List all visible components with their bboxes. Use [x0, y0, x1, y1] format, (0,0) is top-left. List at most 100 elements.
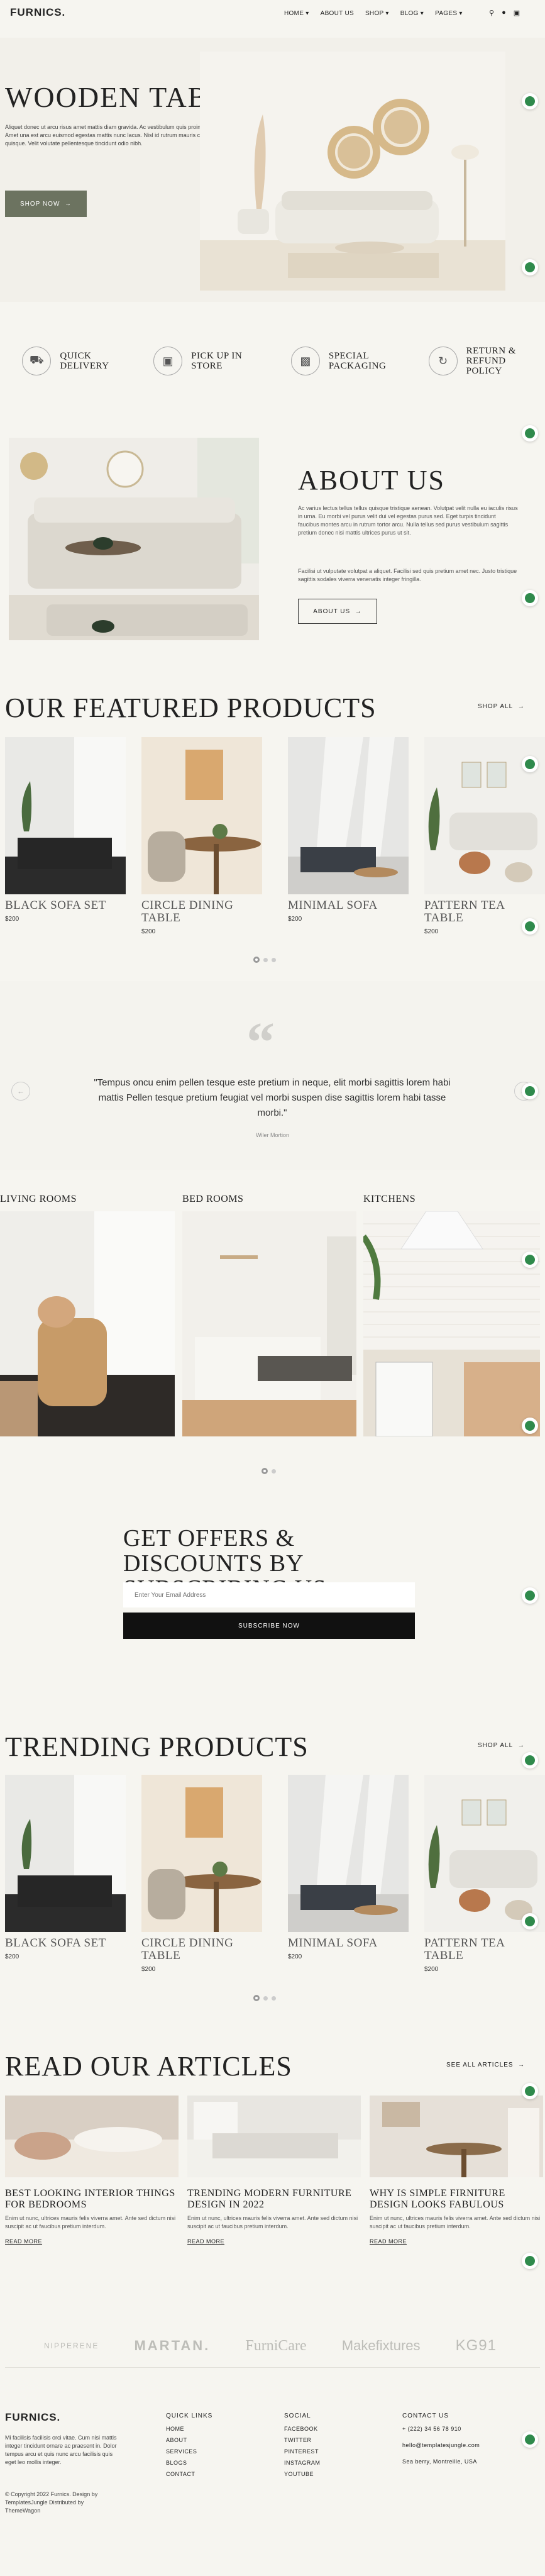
pagination-dot[interactable]	[263, 957, 268, 962]
room-image-bed[interactable]	[182, 1211, 356, 1436]
product-name[interactable]: BLACK SOFA SET	[5, 899, 126, 912]
room-image-kitchen[interactable]	[363, 1211, 540, 1436]
footer-about: Mi facilisis facilisis orci vitae. Cum n…	[5, 2434, 117, 2465]
logo[interactable]: FURNICS.	[10, 6, 65, 19]
product-card[interactable]: CIRCLE DINING TABLE $200	[141, 1775, 272, 1973]
prev-arrow-icon[interactable]: ←	[11, 1082, 30, 1101]
article-card[interactable]: BEST LOOKING INTERIOR THINGS FOR BEDROOM…	[5, 2096, 179, 2245]
whatsapp-icon[interactable]	[522, 425, 538, 441]
footer-link[interactable]: YOUTUBE	[284, 2471, 320, 2477]
footer-link[interactable]: INSTAGRAM	[284, 2460, 320, 2466]
product-image[interactable]	[424, 1775, 545, 1932]
search-icon[interactable]: ⚲	[489, 9, 494, 17]
footer-email[interactable]: hello@templatesjungle.com	[402, 2442, 480, 2448]
shop-now-button[interactable]: SHOP NOW →	[5, 191, 87, 217]
read-more-link[interactable]: READ MORE	[5, 2238, 179, 2245]
pagination-dot[interactable]	[253, 957, 260, 963]
whatsapp-icon[interactable]	[522, 2083, 538, 2099]
article-image[interactable]	[187, 2096, 361, 2177]
article-title[interactable]: WHY IS SIMPLE FIRNITURE DESIGN LOOKS FAB…	[370, 2188, 543, 2211]
article-image[interactable]	[370, 2096, 543, 2177]
product-name[interactable]: PATTERN TEA TABLE	[424, 1937, 545, 1962]
room-image-living[interactable]	[0, 1211, 175, 1436]
read-more-link[interactable]: READ MORE	[370, 2238, 543, 2245]
pagination-dot[interactable]	[272, 1996, 276, 2001]
product-image[interactable]	[141, 737, 262, 894]
whatsapp-icon[interactable]	[522, 2431, 538, 2448]
whatsapp-icon[interactable]	[522, 1913, 538, 1929]
pagination-dot[interactable]	[253, 1995, 260, 2001]
footer-link[interactable]: BLOGS	[166, 2460, 212, 2466]
product-name[interactable]: BLACK SOFA SET	[5, 1937, 126, 1950]
nav-about[interactable]: ABOUT US	[321, 10, 354, 17]
article-card[interactable]: TRENDING MODERN FURNITURE DESIGN IN 2022…	[187, 2096, 361, 2245]
product-card[interactable]: PATTERN TEA TABLE $200	[424, 1775, 545, 1973]
product-name[interactable]: CIRCLE DINING TABLE	[141, 1937, 272, 1962]
footer-link[interactable]: CONTACT	[166, 2471, 212, 2477]
shop-all-link[interactable]: SHOP ALL →	[478, 1742, 525, 1749]
nav-shop[interactable]: SHOP ▾	[365, 10, 389, 17]
article-title[interactable]: BEST LOOKING INTERIOR THINGS FOR BEDROOM…	[5, 2188, 179, 2211]
whatsapp-icon[interactable]	[522, 1252, 538, 1268]
brands-row: NIPPERENE MARTAN. FurniCare Makefixtures…	[44, 2337, 497, 2355]
whatsapp-icon[interactable]	[522, 93, 538, 109]
read-more-link[interactable]: READ MORE	[187, 2238, 361, 2245]
shop-all-link[interactable]: SHOP ALL →	[478, 703, 525, 710]
product-card[interactable]: MINIMAL SOFA $200	[288, 737, 409, 935]
product-card[interactable]: BLACK SOFA SET $200	[5, 1775, 126, 1973]
pagination-dot[interactable]	[272, 1468, 276, 1474]
footer-link[interactable]: ABOUT	[166, 2437, 212, 2443]
product-name[interactable]: MINIMAL SOFA	[288, 899, 409, 912]
whatsapp-icon[interactable]	[522, 918, 538, 935]
see-all-articles-link[interactable]: SEE ALL ARTICLES →	[446, 2062, 525, 2068]
featured-products: BLACK SOFA SET $200 CIRCLE DINING TABLE …	[5, 737, 545, 935]
pagination-dot[interactable]	[263, 1996, 268, 2001]
whatsapp-icon[interactable]	[522, 259, 538, 275]
articles-list: BEST LOOKING INTERIOR THINGS FOR BEDROOM…	[5, 2096, 543, 2245]
whatsapp-icon[interactable]	[522, 2253, 538, 2269]
nav-home[interactable]: HOME ▾	[284, 10, 309, 17]
footer-phone[interactable]: + (222) 34 56 78 910	[402, 2426, 480, 2432]
footer-logo[interactable]: FURNICS.	[5, 2411, 60, 2424]
product-image[interactable]	[5, 737, 126, 894]
footer-link[interactable]: PINTEREST	[284, 2448, 320, 2455]
nav-pages[interactable]: PAGES ▾	[435, 10, 463, 17]
whatsapp-icon[interactable]	[522, 1418, 538, 1434]
pagination-dot[interactable]	[272, 957, 276, 962]
user-icon[interactable]: ●	[502, 9, 506, 17]
footer-heading: QUICK LINKS	[166, 2412, 213, 2419]
article-title[interactable]: TRENDING MODERN FURNITURE DESIGN IN 2022	[187, 2188, 361, 2211]
footer-link[interactable]: FACEBOOK	[284, 2426, 320, 2432]
whatsapp-icon[interactable]	[522, 590, 538, 606]
product-image[interactable]	[288, 737, 409, 894]
pagination-dot[interactable]	[261, 1468, 268, 1474]
whatsapp-icon[interactable]	[522, 1587, 538, 1604]
product-card[interactable]: MINIMAL SOFA $200	[288, 1775, 409, 1973]
whatsapp-icon[interactable]	[522, 1752, 538, 1768]
room-label[interactable]: BED ROOMS	[182, 1194, 243, 1205]
trending-products: BLACK SOFA SET $200 CIRCLE DINING TABLE …	[5, 1775, 545, 1973]
footer-link[interactable]: TWITTER	[284, 2437, 320, 2443]
room-label[interactable]: KITCHENS	[363, 1194, 416, 1205]
product-name[interactable]: CIRCLE DINING TABLE	[141, 899, 272, 924]
product-card[interactable]: CIRCLE DINING TABLE $200	[141, 737, 272, 935]
about-us-button[interactable]: ABOUT US →	[298, 599, 377, 624]
room-label[interactable]: LIVING ROOMS	[0, 1194, 77, 1205]
whatsapp-icon[interactable]	[522, 756, 538, 772]
subscribe-button[interactable]: SUBSCRIBE NOW	[123, 1613, 415, 1639]
product-image[interactable]	[5, 1775, 126, 1932]
cart-icon[interactable]: ▣	[514, 9, 520, 17]
product-name[interactable]: MINIMAL SOFA	[288, 1937, 409, 1950]
nav-blog[interactable]: BLOG ▾	[400, 10, 424, 17]
email-input[interactable]	[123, 1582, 415, 1607]
article-card[interactable]: WHY IS SIMPLE FIRNITURE DESIGN LOOKS FAB…	[370, 2096, 543, 2245]
footer-link[interactable]: SERVICES	[166, 2448, 212, 2455]
footer-link[interactable]: HOME	[166, 2426, 212, 2432]
product-card[interactable]: BLACK SOFA SET $200	[5, 737, 126, 935]
whatsapp-icon[interactable]	[522, 1083, 538, 1099]
featured-pagination	[253, 957, 276, 963]
main-nav: HOME ▾ ABOUT US SHOP ▾ BLOG ▾ PAGES ▾	[284, 10, 463, 17]
product-image[interactable]	[141, 1775, 262, 1932]
article-image[interactable]	[5, 2096, 179, 2177]
product-image[interactable]	[288, 1775, 409, 1932]
